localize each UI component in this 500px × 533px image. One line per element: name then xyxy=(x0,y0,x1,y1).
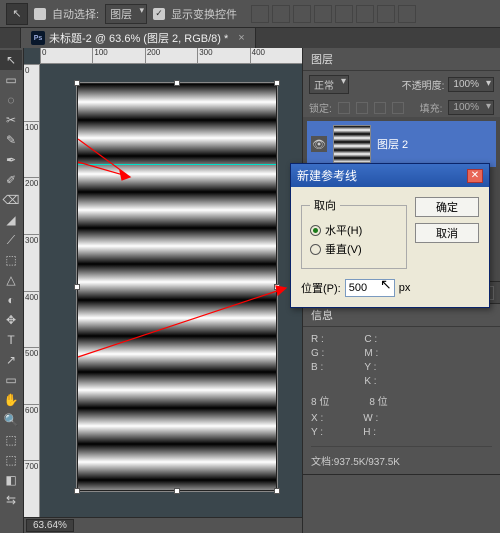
ruler-vertical[interactable]: 0100200300400500600700 xyxy=(24,64,40,517)
document-title: 未标题-2 @ 63.6% (图层 2, RGB/8) * xyxy=(49,30,228,46)
auto-select-label: 自动选择: xyxy=(52,6,99,22)
info-panel: 信息 R : G : B : C : M : Y : K : xyxy=(303,304,500,475)
tool-button[interactable]: ✋ xyxy=(0,390,22,410)
info-y2: Y : xyxy=(311,426,323,440)
info-y: Y : xyxy=(364,361,378,375)
tool-button[interactable]: ▭ xyxy=(0,70,22,90)
align-btn[interactable] xyxy=(335,5,353,23)
cancel-button[interactable]: 取消 xyxy=(415,223,479,243)
lock-position-icon[interactable] xyxy=(374,102,386,114)
lock-label: 锁定: xyxy=(309,100,332,115)
tool-button[interactable]: ◐ xyxy=(0,290,22,310)
position-unit: px xyxy=(399,282,411,294)
tool-button[interactable]: ✐ xyxy=(0,170,22,190)
transform-controls-label: 显示变换控件 xyxy=(171,6,237,22)
layers-panel-tab[interactable]: 图层 xyxy=(303,48,500,71)
radio-horizontal[interactable] xyxy=(310,225,321,236)
tool-button[interactable]: △ xyxy=(0,270,22,290)
canvas-viewport[interactable] xyxy=(40,64,302,517)
canvas-region: 0100200300400 0100200300400500600700 63.… xyxy=(24,48,302,533)
radio-horizontal-label[interactable]: 水平(H) xyxy=(325,222,362,238)
zoom-level[interactable]: 63.64% xyxy=(26,519,74,532)
fill-label: 填充: xyxy=(420,100,443,115)
visibility-eye-icon[interactable]: 👁 xyxy=(311,136,327,152)
dialog-titlebar[interactable]: 新建参考线 ✕ xyxy=(291,164,489,187)
tool-button[interactable]: ▭ xyxy=(0,370,22,390)
align-btn[interactable] xyxy=(398,5,416,23)
ok-button[interactable]: 确定 xyxy=(415,197,479,217)
layer-content xyxy=(78,84,276,490)
tool-button[interactable]: ⬚ xyxy=(0,430,22,450)
dialog-close-button[interactable]: ✕ xyxy=(467,169,483,183)
radio-vertical-label[interactable]: 垂直(V) xyxy=(325,241,362,257)
position-label: 位置(P): xyxy=(301,280,341,296)
tool-button[interactable]: ↗ xyxy=(0,350,22,370)
options-bar: ↖ 自动选择: 图层 ✓ 显示变换控件 xyxy=(0,0,500,28)
align-btn[interactable] xyxy=(314,5,332,23)
tool-button[interactable]: ⟋ xyxy=(0,230,22,250)
layer-thumbnail[interactable] xyxy=(333,125,371,163)
blend-mode-dropdown[interactable]: 正常 xyxy=(309,75,349,94)
lock-all-icon[interactable] xyxy=(392,102,404,114)
info-x: X : xyxy=(311,412,323,426)
info-docsize: 文档:937.5K/937.5K xyxy=(311,453,492,468)
align-btn[interactable] xyxy=(251,5,269,23)
info-h: H : xyxy=(363,426,378,440)
new-guide-dialog: 新建参考线 ✕ 取向 水平(H) 垂直(V) 确定 取消 位置(P): px xyxy=(290,163,490,308)
tool-button[interactable]: ⇆ xyxy=(0,490,22,510)
auto-select-checkbox[interactable] xyxy=(34,8,46,20)
orientation-legend: 取向 xyxy=(310,197,340,213)
document-tab[interactable]: Ps 未标题-2 @ 63.6% (图层 2, RGB/8) * × xyxy=(20,27,256,48)
info-g: G : xyxy=(311,347,324,361)
info-w: W : xyxy=(363,412,378,426)
info-bits-1: 8 位 xyxy=(311,393,329,408)
lock-pixels-icon[interactable] xyxy=(356,102,368,114)
align-btn[interactable] xyxy=(293,5,311,23)
dialog-title-text: 新建参考线 xyxy=(297,167,357,184)
tool-button[interactable]: ✂ xyxy=(0,110,22,130)
ps-icon: Ps xyxy=(31,31,45,45)
info-r: R : xyxy=(311,333,324,347)
move-tool-icon: ↖ xyxy=(6,3,28,25)
lock-transparency-icon[interactable] xyxy=(338,102,350,114)
tool-button[interactable]: ✥ xyxy=(0,310,22,330)
info-bits-2: 8 位 xyxy=(369,393,387,408)
tool-button[interactable]: ✎ xyxy=(0,130,22,150)
info-m: M : xyxy=(364,347,378,361)
tool-button[interactable]: ◢ xyxy=(0,210,22,230)
tool-button[interactable]: ⬚ xyxy=(0,250,22,270)
toolbox: ↖▭◌✂✎✒✐⌫◢⟋⬚△◐✥T↗▭✋🔍⬚⬚◧⇆ xyxy=(0,48,24,533)
tool-button[interactable]: ⌫ xyxy=(0,190,22,210)
tool-button[interactable]: ◌ xyxy=(0,90,22,110)
orientation-fieldset: 取向 水平(H) 垂直(V) xyxy=(301,197,407,269)
align-btn[interactable] xyxy=(356,5,374,23)
artboard[interactable] xyxy=(78,84,276,490)
ruler-horizontal[interactable]: 0100200300400 xyxy=(40,48,302,64)
tool-button[interactable]: ✒ xyxy=(0,150,22,170)
info-k: K : xyxy=(364,375,378,389)
position-input[interactable] xyxy=(345,279,395,297)
info-c: C : xyxy=(364,333,378,347)
align-btn[interactable] xyxy=(272,5,290,23)
tool-button[interactable]: ↖ xyxy=(0,50,22,70)
opacity-label: 不透明度: xyxy=(402,77,445,92)
guide-line[interactable] xyxy=(78,164,276,165)
tool-button[interactable]: T xyxy=(0,330,22,350)
document-tab-strip: Ps 未标题-2 @ 63.6% (图层 2, RGB/8) * × xyxy=(0,28,500,48)
info-b: B : xyxy=(311,361,324,375)
align-buttons xyxy=(251,5,416,23)
tool-button[interactable]: ◧ xyxy=(0,470,22,490)
fill-value[interactable]: 100% xyxy=(448,100,494,115)
tool-button[interactable]: 🔍 xyxy=(0,410,22,430)
close-icon[interactable]: × xyxy=(238,32,244,44)
layer-row[interactable]: 👁 图层 2 xyxy=(307,121,496,167)
status-bar: 63.64% xyxy=(24,517,302,533)
opacity-value[interactable]: 100% xyxy=(448,77,494,92)
radio-vertical[interactable] xyxy=(310,244,321,255)
tool-button[interactable]: ⬚ xyxy=(0,450,22,470)
transform-controls-checkbox[interactable]: ✓ xyxy=(153,8,165,20)
layer-name[interactable]: 图层 2 xyxy=(377,136,408,152)
align-btn[interactable] xyxy=(377,5,395,23)
auto-select-target-dropdown[interactable]: 图层 xyxy=(105,4,147,24)
